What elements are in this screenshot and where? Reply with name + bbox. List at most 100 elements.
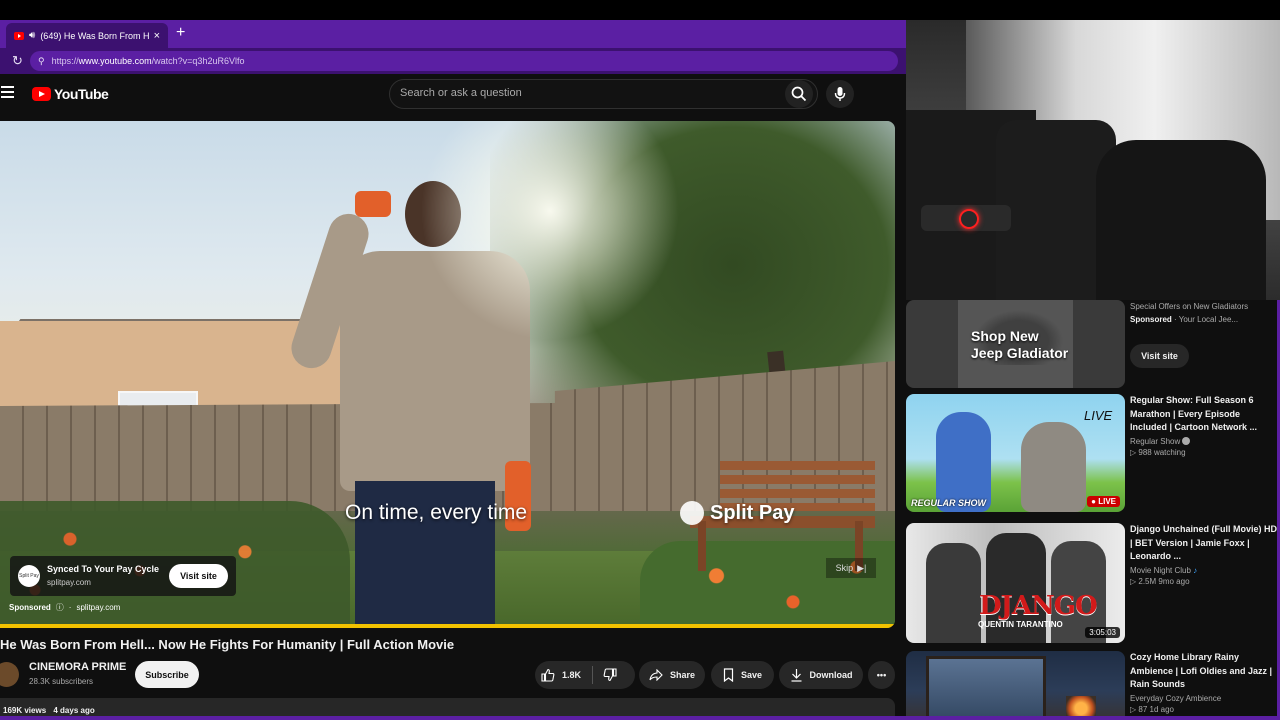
more-actions-button[interactable]: ••• [868,661,895,689]
camera-light-shape [921,205,1011,231]
youtube-wordmark: YouTube [54,86,109,102]
sidebar-visit-site-button[interactable]: Visit site [1130,344,1189,368]
ad-brand-overlay: Split Pay [680,501,794,525]
share-icon [649,669,663,681]
subscriber-count: 28.3K subscribers [29,677,94,686]
skip-ad-button[interactable]: Skip ▶| [826,558,876,578]
ad-progress-bar[interactable] [0,624,895,628]
youtube-logo[interactable]: YouTube [32,86,109,102]
channel-name[interactable]: CINEMORA PRIME [29,661,126,673]
voice-search-button[interactable] [826,80,854,108]
url-text: https://www.youtube.com/watch?v=q3h2uR6V… [51,56,245,66]
ad-headline: Synced To Your Pay Cycle [47,564,160,574]
download-label: Download [809,670,853,680]
recommendation-info: Django Unchained (Full Movie) HD | BET V… [1130,523,1278,586]
upload-age: 4 days ago [53,706,95,715]
ad-thumbnail[interactable]: Shop New Jeep Gladiator [906,300,1125,388]
sponsored-domain[interactable]: splitpay.com [76,603,120,612]
bookmark-icon [723,668,734,682]
download-icon [791,669,801,682]
video-thumbnail[interactable] [906,651,1125,720]
view-count: 169K views [3,706,47,715]
advertiser-name: · Your Local Jee... [1174,315,1239,324]
ad-info: Special Offers on New Gladiators Sponsor… [1130,301,1278,368]
new-tab-button[interactable]: + [176,24,185,42]
skip-next-icon: ▶| [857,562,867,573]
ad-visit-site-button[interactable]: Visit site [169,564,228,588]
thumbs-up-icon[interactable] [541,668,555,682]
save-label: Save [740,670,763,680]
video-player[interactable]: On time, every time Split Pay Split Pay … [0,121,895,628]
browser-tab-bar: 🔊︎ (649) He Was Born From Hell × [0,20,906,48]
thumbs-down-icon[interactable] [603,668,617,682]
like-divider [592,666,594,684]
music-note-icon: ♪ [1193,565,1198,575]
video-thumbnail[interactable]: DJANGO QUENTIN TARANTINO 3:05:03 [906,523,1125,643]
youtube-favicon-icon [14,31,24,40]
recommendation-stat: ▷ 988 watching [1130,447,1186,457]
thumbnail-show-logo: REGULAR SHOW [911,498,986,508]
recommendation-stat: ▷ 87 1d ago [1130,704,1174,714]
poster-figure-shape [926,543,981,643]
cartoon-raccoon-shape [1021,422,1086,512]
save-button[interactable]: Save [711,661,774,689]
verified-icon [1182,437,1191,446]
recommendation-channel[interactable]: Movie Night Club ♪ [1130,566,1278,575]
like-count[interactable]: 1.8K [562,670,581,680]
download-button[interactable]: Download [779,661,863,689]
browser-tab[interactable]: 🔊︎ (649) He Was Born From Hell × [6,23,168,48]
recommendation-channel[interactable]: Regular Show [1130,437,1278,446]
skip-label: Skip [835,563,854,573]
recommendation-channel[interactable]: Everyday Cozy Ambience [1130,694,1278,703]
recommendation-stat: ▷ 2.5M 9mo ago [1130,576,1190,586]
video-thumbnail[interactable]: LIVE REGULAR SHOW ● LIVE [906,394,1125,512]
top-black-strip [0,0,1280,20]
live-badge: ● LIVE [1087,496,1120,507]
search-box [389,79,818,109]
ad-domain: splitpay.com [47,578,91,587]
recommendation-title[interactable]: Cozy Home Library Rainy Ambience | Lofi … [1130,651,1278,692]
ad-thumbnail-text: Shop New Jeep Gladiator [971,328,1069,361]
subscribe-button[interactable]: Subscribe [135,661,199,688]
channel-avatar[interactable] [0,662,19,687]
like-dislike-group: 1.8K [535,661,635,689]
window-scene-shape [926,656,1046,720]
search-icon [791,86,807,102]
duration-badge: 3:05:03 [1085,627,1120,638]
screen: 🔊︎ (649) He Was Born From Hell × + ↻ ⚲ h… [0,0,1280,720]
sidebar-sponsored-label: Sponsored [1130,315,1172,324]
ad-sponsor-line: Sponsored · Your Local Jee... [1130,315,1278,324]
ad-card[interactable]: Split Pay Synced To Your Pay Cycle split… [10,556,236,596]
share-label: Share [669,670,695,680]
speaker-icon[interactable]: 🔊︎ [29,30,35,41]
recommendation-title[interactable]: Django Unchained (Full Movie) HD | BET V… [1130,523,1278,564]
ad-title[interactable]: Special Offers on New Gladiators [1130,301,1278,313]
tab-title: (649) He Was Born From Hell [40,30,149,41]
sponsored-label: Sponsored [9,603,51,612]
url-field[interactable]: ⚲ https://www.youtube.com/watch?v=q3h2uR… [30,51,898,71]
webcam-overlay [906,20,1280,300]
microphone-icon [834,87,846,101]
search-button[interactable] [785,80,813,108]
reload-icon[interactable]: ↻ [12,53,23,69]
youtube-play-icon [32,87,51,101]
window-border-bottom [0,716,1280,720]
address-bar: ↻ ⚲ https://www.youtube.com/watch?v=q3h2… [0,48,906,74]
thumbnail-title: DJANGO [979,591,1098,621]
ad-brand-name: Split Pay [710,501,795,524]
sponsored-dot: · [68,603,72,612]
hamburger-menu-icon[interactable] [1,86,14,101]
search-input[interactable] [400,87,780,99]
recommendation-title[interactable]: Regular Show: Full Season 6 Marathon | E… [1130,394,1278,435]
cartoon-bird-shape [936,412,991,512]
url-host: www.youtube.com [78,56,152,66]
info-icon[interactable]: ⓘ [56,602,64,613]
share-button[interactable]: Share [639,661,705,689]
recommendation-info: Regular Show: Full Season 6 Marathon | E… [1130,394,1278,457]
video-caption: On time, every time [345,501,528,524]
site-info-icon[interactable]: ⚲ [38,56,45,67]
video-frame [0,121,895,628]
more-horizontal-icon: ••• [876,670,887,680]
tab-close-icon[interactable]: × [154,30,160,42]
youtube-header: YouTube [0,74,906,114]
